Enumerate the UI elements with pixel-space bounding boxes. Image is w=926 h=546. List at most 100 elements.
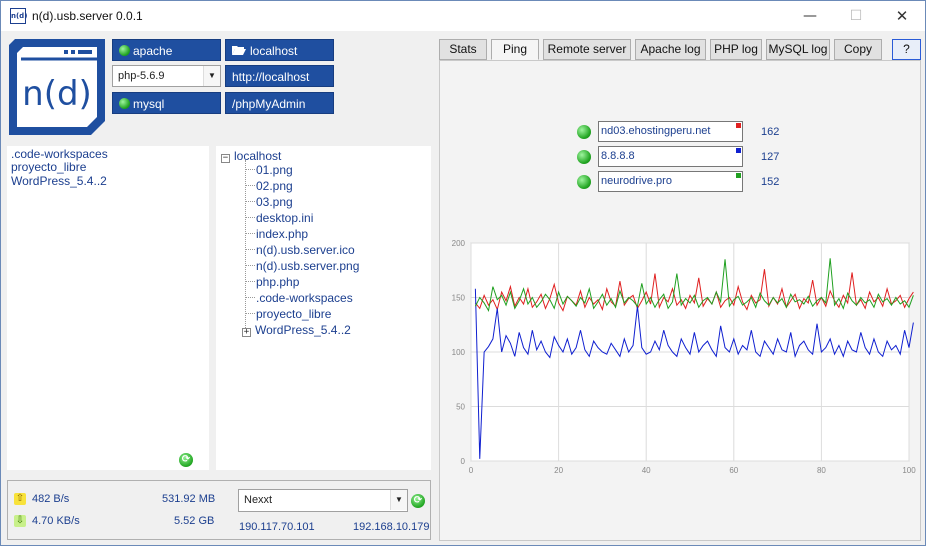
tab-mysql-log[interactable]: MySQL log bbox=[766, 39, 830, 60]
tree-branch bbox=[246, 313, 255, 314]
copy-button[interactable]: Copy bbox=[834, 39, 882, 60]
network-select[interactable]: Nexxt ▼ bbox=[238, 489, 408, 512]
chevron-down-icon: ▼ bbox=[203, 66, 220, 86]
tree-branch bbox=[246, 169, 255, 170]
host-status-icon bbox=[577, 125, 591, 139]
tree-item-label: WordPress_5.4..2 bbox=[255, 323, 351, 337]
download-rate: 4.70 KB/s bbox=[32, 515, 80, 527]
collapse-icon[interactable]: − bbox=[221, 154, 230, 163]
phpmyadmin-button[interactable]: /phpMyAdmin bbox=[225, 92, 334, 114]
apache-button[interactable]: apache bbox=[112, 39, 221, 61]
tree-item[interactable]: n(d).usb.server.ico bbox=[256, 243, 355, 257]
window-title: n(d).usb.server 0.0.1 bbox=[32, 9, 143, 23]
ping-host-input[interactable]: neurodrive.pro bbox=[598, 171, 743, 192]
ping-host-value: 8.8.8.8 bbox=[601, 150, 635, 162]
ping-ms: 162 bbox=[761, 126, 780, 138]
tree-item[interactable]: 03.png bbox=[256, 195, 293, 209]
refresh-icon[interactable]: ⟳ bbox=[179, 453, 193, 467]
tree-branch bbox=[246, 281, 255, 282]
project-list: .code-workspaces proyecto_libre WordPres… bbox=[7, 146, 209, 470]
tree-item[interactable]: index.php bbox=[256, 227, 308, 241]
download-arrow-icon: ⇩ bbox=[14, 515, 26, 527]
tab-stats[interactable]: Stats bbox=[439, 39, 487, 60]
tree-item[interactable]: + WordPress_5.4..2 bbox=[242, 323, 351, 337]
x-tick-label: 100 bbox=[902, 466, 916, 475]
x-tick-label: 60 bbox=[729, 466, 738, 475]
tree-root-label: localhost bbox=[234, 149, 282, 163]
x-tick-label: 80 bbox=[817, 466, 826, 475]
ping-host-value: neurodrive.pro bbox=[601, 175, 672, 187]
y-tick-label: 150 bbox=[452, 294, 466, 303]
php-version-select[interactable]: php-5.6.9 ▼ bbox=[112, 65, 221, 87]
app-window: n(d) n(d).usb.server 0.0.1 — ☐ ✕ n(d) ap… bbox=[0, 0, 926, 546]
tree-item[interactable]: 02.png bbox=[256, 179, 293, 193]
ping-ms: 127 bbox=[761, 151, 780, 163]
mysql-label: mysql bbox=[133, 97, 165, 111]
folder-open-icon bbox=[232, 46, 246, 55]
tree-root[interactable]: − localhost bbox=[221, 149, 281, 163]
x-tick-label: 40 bbox=[642, 466, 651, 475]
tree-item[interactable]: n(d).usb.server.png bbox=[256, 259, 359, 273]
php-version-value: php-5.6.9 bbox=[118, 70, 165, 82]
tree-branch bbox=[246, 201, 255, 202]
network-value: Nexxt bbox=[244, 494, 273, 506]
tree-item[interactable]: php.php bbox=[256, 275, 299, 289]
ping-host-value: nd03.ehostingperu.net bbox=[601, 125, 711, 137]
tab-apache-log[interactable]: Apache log bbox=[635, 39, 706, 60]
download-total: 5.52 GB bbox=[174, 515, 215, 527]
list-item[interactable]: WordPress_5.4..2 bbox=[11, 174, 107, 188]
host-status-icon bbox=[577, 150, 591, 164]
ping-ms: 152 bbox=[761, 176, 780, 188]
svg-text:n(d): n(d) bbox=[22, 74, 92, 114]
nd-logo: n(d) bbox=[9, 39, 105, 135]
series-color-marker bbox=[736, 123, 741, 128]
list-item[interactable]: proyecto_libre bbox=[11, 160, 86, 174]
localhost-url-button[interactable]: http://localhost bbox=[225, 65, 334, 87]
tree-branch bbox=[246, 217, 255, 218]
series-color-marker bbox=[736, 148, 741, 153]
y-tick-label: 100 bbox=[452, 348, 466, 357]
upload-rate: 482 B/s bbox=[32, 493, 70, 505]
tree-branch bbox=[246, 249, 255, 250]
tab-ping[interactable]: Ping bbox=[491, 39, 539, 60]
tree-branch bbox=[246, 297, 255, 298]
tab-remote-server[interactable]: Remote server bbox=[543, 39, 631, 60]
file-tree: − localhost 01.png 02.png 03.png desktop.… bbox=[216, 146, 431, 470]
ping-host-input[interactable]: 8.8.8.8 bbox=[598, 146, 743, 167]
tree-item[interactable]: 01.png bbox=[256, 163, 293, 177]
help-button[interactable]: ? bbox=[892, 39, 921, 60]
localhost-folder-label: localhost bbox=[250, 44, 298, 58]
network-status: ⇧ 482 B/s 531.92 MB ⇩ 4.70 KB/s 5.52 GB … bbox=[7, 480, 431, 540]
host-status-icon bbox=[577, 175, 591, 189]
ping-host-input[interactable]: nd03.ehostingperu.net bbox=[598, 121, 743, 142]
public-ip: 190.117.70.101 bbox=[239, 521, 315, 533]
title-bar: n(d) n(d).usb.server 0.0.1 — ☐ ✕ bbox=[1, 1, 925, 31]
mysql-button[interactable]: mysql bbox=[112, 92, 221, 114]
refresh-network-icon[interactable]: ⟳ bbox=[411, 494, 425, 508]
tree-branch bbox=[246, 233, 255, 234]
x-tick-label: 20 bbox=[554, 466, 563, 475]
apache-label: apache bbox=[133, 44, 173, 58]
tree-branch bbox=[246, 185, 255, 186]
upload-arrow-icon: ⇧ bbox=[14, 493, 26, 505]
minimize-button[interactable]: — bbox=[787, 1, 833, 31]
series-color-marker bbox=[736, 173, 741, 178]
tree-item[interactable]: .code-workspaces bbox=[256, 291, 353, 305]
x-tick-label: 0 bbox=[469, 466, 474, 475]
tab-php-log[interactable]: PHP log bbox=[710, 39, 762, 60]
apache-status-icon bbox=[119, 45, 130, 56]
ping-chart: 0 50 100 150 200 0 20 40 60 80 100 bbox=[452, 239, 917, 475]
app-icon: n(d) bbox=[10, 8, 27, 24]
close-button[interactable]: ✕ bbox=[879, 1, 925, 31]
y-tick-label: 200 bbox=[452, 239, 466, 248]
expand-icon[interactable]: + bbox=[242, 328, 251, 337]
tree-item[interactable]: desktop.ini bbox=[256, 211, 313, 225]
maximize-button[interactable]: ☐ bbox=[833, 1, 879, 31]
localhost-folder-button[interactable]: localhost bbox=[225, 39, 334, 61]
y-tick-label: 0 bbox=[461, 457, 466, 466]
tree-branch bbox=[246, 265, 255, 266]
local-ip: 192.168.10.179 bbox=[353, 521, 430, 533]
mysql-status-icon bbox=[119, 98, 130, 109]
tree-item[interactable]: proyecto_libre bbox=[256, 307, 331, 321]
list-item[interactable]: .code-workspaces bbox=[11, 147, 108, 161]
